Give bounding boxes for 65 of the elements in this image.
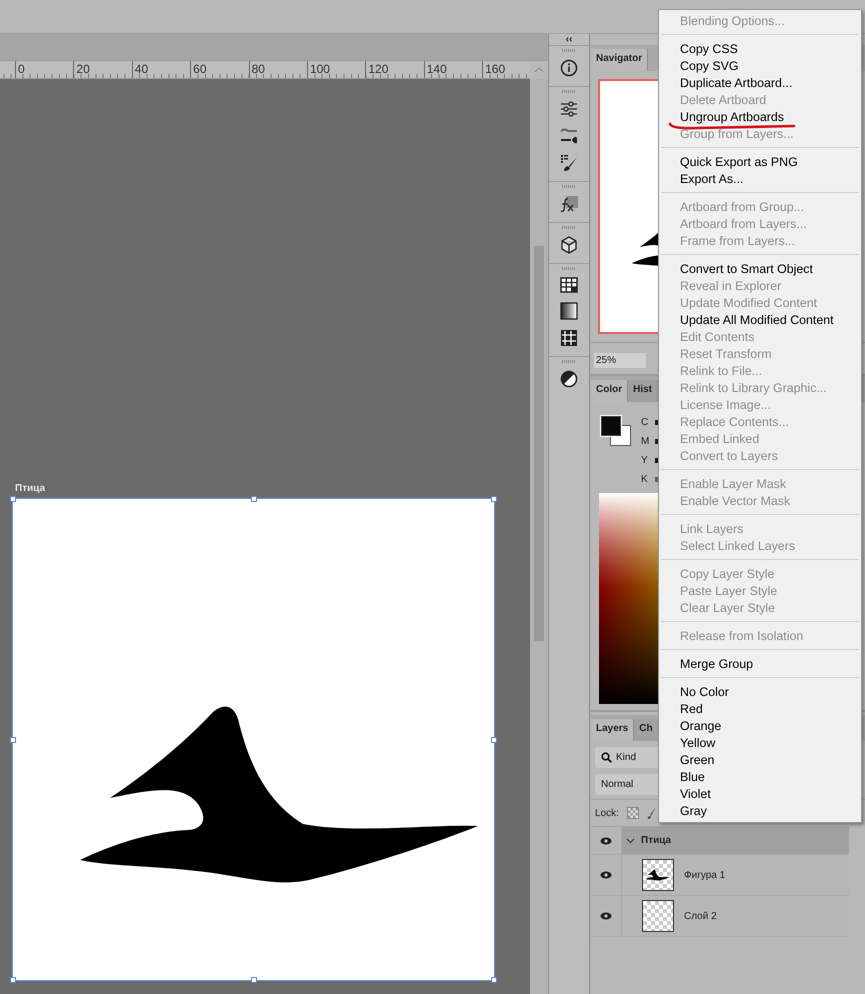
panel-tab[interactable]: Hist <box>628 380 658 402</box>
table-icon[interactable] <box>560 277 578 293</box>
artboard-name[interactable]: Птица <box>15 483 46 495</box>
color-swatches[interactable] <box>601 416 631 446</box>
transform-handle[interactable] <box>10 496 16 502</box>
eye-icon[interactable] <box>600 912 612 920</box>
channel-label: C <box>641 417 649 428</box>
panel-tab[interactable]: Color <box>591 380 628 402</box>
menu-item[interactable]: Merge Group <box>680 656 754 673</box>
transform-handle[interactable] <box>10 977 16 983</box>
menu-item[interactable]: Duplicate Artboard... <box>680 75 792 92</box>
gradient-icon[interactable] <box>560 302 578 320</box>
menu-item[interactable]: Red <box>680 701 703 718</box>
layer-row[interactable]: Фигура 1 <box>591 855 849 896</box>
transform-handle[interactable] <box>250 977 256 983</box>
sliders-icon[interactable] <box>560 100 578 118</box>
layer-name: Птица <box>641 835 672 846</box>
zoom-field[interactable]: 25% <box>594 353 646 368</box>
ruler-label: 0 <box>15 61 74 78</box>
transform-handle[interactable] <box>491 496 497 502</box>
ruler-label: 100 <box>306 61 366 78</box>
layer-row[interactable]: Слой 2 <box>591 896 849 937</box>
panel-tab[interactable]: Ch <box>634 719 659 741</box>
transform-handle[interactable] <box>491 736 497 742</box>
menu-item[interactable]: Green <box>680 752 714 769</box>
menu-item[interactable]: Convert to Smart Object <box>680 261 813 278</box>
eye-icon[interactable] <box>600 836 612 844</box>
layer-name: Фигура 1 <box>684 870 726 880</box>
brush-icon[interactable] <box>646 807 657 819</box>
lock-pixels-icon[interactable] <box>626 807 639 819</box>
chevron-icon[interactable] <box>626 836 635 845</box>
pattern-icon[interactable] <box>560 329 578 347</box>
menu-item[interactable]: Ungroup Artboards <box>680 109 784 126</box>
menu-item[interactable]: Copy SVG <box>680 58 739 75</box>
panel-tab[interactable]: Layers <box>591 719 634 741</box>
collapse-button[interactable]: ‹‹ <box>566 34 572 45</box>
eye-icon[interactable] <box>600 871 612 879</box>
transform-handle[interactable] <box>10 736 16 742</box>
channel-label: Y <box>641 454 649 466</box>
layer-name: Слой 2 <box>684 910 717 922</box>
menu-item[interactable]: Export As... <box>680 171 744 188</box>
brush-presets-icon[interactable] <box>560 127 578 145</box>
menu-item[interactable]: No Color <box>680 684 729 701</box>
menu-item[interactable]: Update All Modified Content <box>680 312 834 329</box>
transform-handle[interactable] <box>250 496 256 502</box>
channel-label: K <box>641 474 649 485</box>
layer-row[interactable]: Птица <box>591 827 849 855</box>
menu-item[interactable]: Gray <box>680 803 707 820</box>
menu-item[interactable]: Orange <box>680 718 722 735</box>
transform-handle[interactable] <box>491 977 497 983</box>
info-icon[interactable] <box>560 59 578 77</box>
search-icon <box>601 752 612 763</box>
brush-icon[interactable] <box>560 154 578 172</box>
cube-icon[interactable] <box>560 236 578 254</box>
half-circle-icon[interactable] <box>560 370 578 388</box>
lock-label: Lock: <box>595 808 619 818</box>
menu-item[interactable]: Quick Export as PNG <box>680 154 798 171</box>
scrollbar-thumb[interactable] <box>534 246 544 641</box>
panel-tab[interactable]: Navigator <box>591 49 648 71</box>
menu-item[interactable]: Violet <box>680 786 711 803</box>
menu-item[interactable]: Yellow <box>680 735 716 752</box>
menu-item[interactable]: Blue <box>680 769 705 786</box>
channel-label: M <box>641 436 649 448</box>
menu-item[interactable]: Copy CSS <box>680 41 738 58</box>
fx-icon[interactable] <box>559 195 579 213</box>
